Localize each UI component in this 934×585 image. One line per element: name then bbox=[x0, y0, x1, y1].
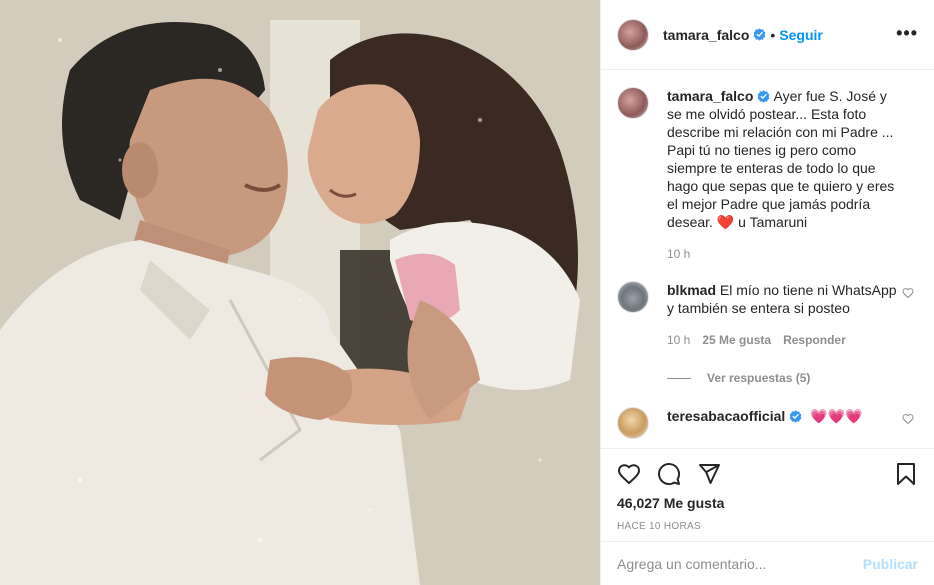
action-icons bbox=[617, 449, 918, 499]
comment-text: 💗💗💗 bbox=[810, 408, 863, 424]
comment-item: blkmad El mío no tiene ni WhatsApp y tam… bbox=[617, 281, 918, 349]
caption-text: Ayer fue S. José y se me olvidó postear.… bbox=[667, 88, 895, 230]
publish-button[interactable]: Publicar bbox=[863, 556, 918, 572]
commenter-avatar[interactable] bbox=[617, 281, 649, 313]
header-separator: • bbox=[770, 26, 776, 43]
verified-badge-icon bbox=[758, 90, 770, 103]
bookmark-icon[interactable] bbox=[894, 462, 918, 486]
caption-body: tamara_falco Ayer fue S. José y se me ol… bbox=[667, 87, 918, 263]
instagram-post: tamara_falco • Seguir ••• tamara_falco A… bbox=[0, 0, 934, 585]
caption-time[interactable]: 10 h bbox=[667, 245, 690, 263]
follow-button[interactable]: Seguir bbox=[779, 27, 823, 43]
comments-list[interactable]: tamara_falco Ayer fue S. José y se me ol… bbox=[601, 71, 934, 448]
post-actions: 46,027 Me gusta HACE 10 HORAS bbox=[601, 448, 934, 532]
comment-like-icon[interactable] bbox=[902, 413, 914, 425]
author-avatar[interactable] bbox=[617, 18, 649, 51]
comment-input[interactable] bbox=[617, 555, 863, 572]
commenter-username[interactable]: blkmad bbox=[667, 282, 716, 298]
author-username[interactable]: tamara_falco bbox=[663, 27, 749, 43]
post-time[interactable]: HACE 10 HORAS bbox=[617, 521, 918, 532]
caption-meta: 10 h bbox=[667, 245, 898, 263]
comment-likes[interactable]: 25 Me gusta bbox=[702, 331, 771, 349]
replies-divider bbox=[667, 377, 691, 379]
like-count[interactable]: 46,027 Me gusta bbox=[617, 495, 918, 511]
heart-emoji: ❤️ bbox=[716, 214, 735, 230]
comment-icon[interactable] bbox=[657, 462, 681, 486]
heart-icon[interactable] bbox=[617, 462, 641, 486]
post-side-panel: tamara_falco • Seguir ••• tamara_falco A… bbox=[600, 0, 934, 585]
caption: tamara_falco Ayer fue S. José y se me ol… bbox=[617, 87, 918, 263]
comment-body: teresabacaofficial 💗💗💗 bbox=[667, 407, 918, 439]
commenter-avatar[interactable] bbox=[617, 407, 649, 439]
add-comment-bar: Publicar bbox=[601, 541, 934, 585]
post-header: tamara_falco • Seguir ••• bbox=[601, 0, 934, 70]
share-icon[interactable] bbox=[697, 462, 721, 486]
comment-like-icon[interactable] bbox=[902, 287, 914, 299]
more-options-icon[interactable]: ••• bbox=[896, 24, 918, 42]
caption-username[interactable]: tamara_falco bbox=[667, 88, 753, 104]
reply-button[interactable]: Responder bbox=[783, 331, 846, 349]
caption-signoff: u Tamaruni bbox=[738, 214, 808, 230]
comment-body: blkmad El mío no tiene ni WhatsApp y tam… bbox=[667, 281, 918, 349]
verified-badge-icon bbox=[754, 28, 766, 41]
comment-item: teresabacaofficial 💗💗💗 bbox=[617, 407, 918, 439]
comment-time[interactable]: 10 h bbox=[667, 331, 690, 349]
verified-badge-icon bbox=[789, 410, 802, 423]
photo-illustration bbox=[0, 0, 600, 585]
view-replies-label: Ver respuestas (5) bbox=[707, 371, 811, 385]
view-replies-button[interactable]: Ver respuestas (5) bbox=[667, 371, 918, 385]
comment-meta: 10 h 25 Me gusta Responder bbox=[667, 331, 898, 349]
post-photo[interactable] bbox=[0, 0, 600, 585]
caption-avatar[interactable] bbox=[617, 87, 649, 119]
commenter-username[interactable]: teresabacaofficial bbox=[667, 408, 785, 424]
